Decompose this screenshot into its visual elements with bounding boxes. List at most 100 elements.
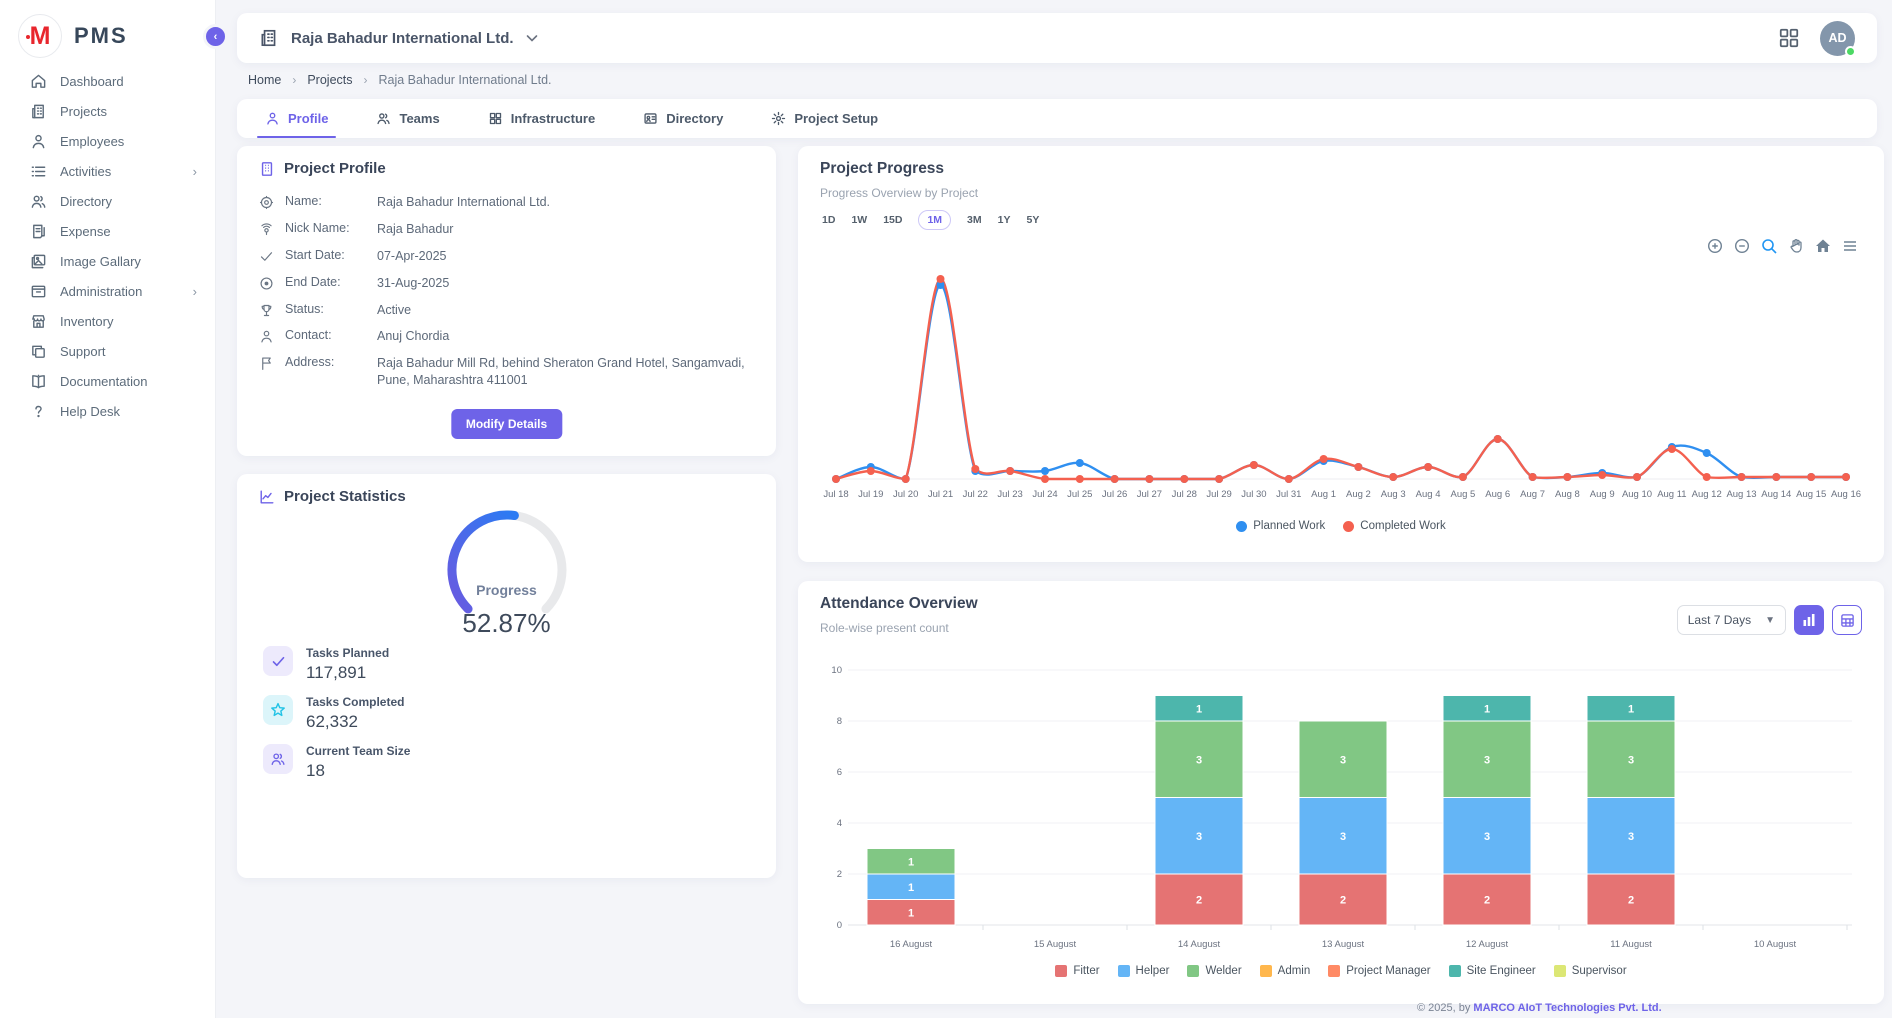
- team-icon: [263, 744, 293, 774]
- sidebar-item-documentation[interactable]: Documentation: [0, 366, 215, 396]
- sidebar-item-expense[interactable]: Expense: [0, 216, 215, 246]
- svg-text:0: 0: [837, 920, 842, 931]
- legend-item[interactable]: Welder: [1187, 965, 1241, 977]
- legend-item[interactable]: Fitter: [1055, 965, 1099, 977]
- table-view-button[interactable]: [1832, 605, 1862, 635]
- legend-item[interactable]: Project Manager: [1328, 965, 1430, 977]
- progress-line-chart[interactable]: Jul 18Jul 19Jul 20Jul 21Jul 22Jul 23Jul …: [818, 256, 1864, 512]
- sidebar-item-label: Image Gallary: [60, 254, 141, 269]
- range-5y[interactable]: 5Y: [1026, 211, 1039, 229]
- svg-text:3: 3: [1196, 754, 1202, 766]
- sidebar-item-label: Directory: [60, 194, 112, 209]
- card-title: Attendance Overview: [820, 595, 978, 613]
- receipt-icon: [30, 223, 47, 240]
- breadcrumb-current: Raja Bahadur International Ltd.: [379, 73, 552, 87]
- chevron-down-icon: [526, 34, 538, 42]
- range-1d[interactable]: 1D: [822, 211, 835, 229]
- date-range-dropdown[interactable]: Last 7 Days ▼: [1677, 605, 1786, 635]
- svg-text:Jul 23: Jul 23: [997, 489, 1022, 500]
- zoom-out-icon[interactable]: [1734, 238, 1750, 254]
- sidebar-item-employees[interactable]: Activities Employees: [0, 126, 215, 156]
- attendance-overview-card: Attendance Overview Role-wise present co…: [798, 581, 1884, 1004]
- sidebar-item-support[interactable]: Support: [0, 336, 215, 366]
- company-selector[interactable]: Raja Bahadur International Ltd.: [259, 28, 538, 48]
- chart-toolbar: [1707, 238, 1858, 254]
- trophy-icon: [259, 303, 274, 318]
- legend-item[interactable]: Site Engineer: [1449, 965, 1536, 977]
- footer: © 2025, by MARCO AIoT Technologies Pvt. …: [1417, 1002, 1662, 1014]
- progress-gauge: Progress 52.87%: [422, 510, 592, 640]
- legend-item[interactable]: Supervisor: [1554, 965, 1627, 977]
- sidebar-collapse-button[interactable]: ‹: [203, 24, 228, 49]
- svg-text:10: 10: [831, 665, 842, 676]
- range-1m[interactable]: 1M: [918, 210, 951, 230]
- range-15d[interactable]: 15D: [883, 211, 902, 229]
- stat-team-size: Current Team Size 18: [263, 744, 410, 781]
- gauge-value: 52.87%: [422, 608, 592, 639]
- svg-text:2: 2: [837, 869, 842, 880]
- sidebar-item-dashboard[interactable]: Dashboard: [0, 66, 215, 96]
- line-chart-legend: Planned Work Completed Work: [798, 520, 1884, 532]
- svg-text:Jul 28: Jul 28: [1172, 489, 1197, 500]
- legend-item[interactable]: Planned Work: [1236, 520, 1325, 532]
- sidebar-item-label: Help Desk: [60, 404, 120, 419]
- company-name: Raja Bahadur International Ltd.: [291, 30, 514, 47]
- svg-text:16 August: 16 August: [890, 939, 933, 950]
- tab-profile[interactable]: Profile: [265, 99, 328, 138]
- selection-zoom-icon[interactable]: [1761, 238, 1777, 254]
- range-3m[interactable]: 3M: [967, 211, 982, 229]
- field-label: Start Date:: [285, 248, 377, 265]
- pan-icon[interactable]: [1788, 238, 1804, 254]
- tab-infrastructure[interactable]: Infrastructure: [488, 99, 596, 138]
- tab-project-setup[interactable]: Project Setup: [771, 99, 878, 138]
- svg-text:13 August: 13 August: [1322, 939, 1365, 950]
- svg-text:15 August: 15 August: [1034, 939, 1077, 950]
- sidebar-nav: Dashboard Projects Activities Employees …: [0, 66, 215, 426]
- tab-teams[interactable]: Teams: [376, 99, 439, 138]
- svg-text:Jul 30: Jul 30: [1241, 489, 1266, 500]
- bar-chart-legend: Fitter Helper Welder Admin Project Manager Si…: [798, 965, 1884, 977]
- zoom-in-icon[interactable]: [1707, 238, 1723, 254]
- svg-text:Aug 3: Aug 3: [1381, 489, 1406, 500]
- home-icon: [30, 73, 47, 90]
- sidebar-item-administration[interactable]: Administration ›: [0, 276, 215, 306]
- field-value: Active: [377, 302, 756, 319]
- legend-item[interactable]: Helper: [1118, 965, 1170, 977]
- attendance-bar-chart[interactable]: 024681011116 August15 August233114 Augus…: [812, 655, 1870, 957]
- svg-text:Aug 14: Aug 14: [1761, 489, 1791, 500]
- company-link[interactable]: MARCO AIoT Technologies Pvt. Ltd.: [1473, 1002, 1661, 1014]
- person-icon: [265, 111, 280, 126]
- sidebar-item-image-gallery[interactable]: Image Gallary: [0, 246, 215, 276]
- breadcrumb-projects[interactable]: Projects: [307, 73, 352, 87]
- bar-chart-view-button[interactable]: [1794, 605, 1824, 635]
- svg-text:1: 1: [908, 882, 914, 894]
- legend-item[interactable]: Completed Work: [1343, 520, 1445, 532]
- grid-icon: [488, 111, 503, 126]
- modify-details-button[interactable]: Modify Details: [451, 409, 562, 439]
- tabs-bar: Profile Teams Infrastructure Directory P…: [237, 99, 1877, 138]
- svg-text:3: 3: [1340, 831, 1346, 843]
- tab-directory[interactable]: Directory: [643, 99, 723, 138]
- sidebar-item-label: Employees: [60, 134, 124, 149]
- sidebar-item-label: Documentation: [60, 374, 147, 389]
- archive-box-icon: [30, 283, 47, 300]
- range-1w[interactable]: 1W: [851, 211, 867, 229]
- avatar[interactable]: AD: [1820, 21, 1855, 56]
- breadcrumb-home[interactable]: Home: [248, 73, 281, 87]
- card-title: Project Progress: [820, 160, 944, 178]
- menu-icon[interactable]: [1842, 238, 1858, 254]
- sidebar-item-activities[interactable]: Activities ›: [0, 156, 215, 186]
- field-value: Raja Bahadur Mill Rd, behind Sheraton Gr…: [377, 355, 756, 389]
- sidebar-item-inventory[interactable]: Inventory: [0, 306, 215, 336]
- sidebar-item-projects[interactable]: Projects: [0, 96, 215, 126]
- breadcrumb-separator: ›: [364, 73, 368, 87]
- avatar-initials: AD: [1828, 31, 1846, 45]
- sidebar-item-directory[interactable]: Directory: [0, 186, 215, 216]
- range-1y[interactable]: 1Y: [998, 211, 1011, 229]
- legend-item[interactable]: Admin: [1260, 965, 1311, 977]
- apps-grid-icon[interactable]: [1778, 27, 1800, 49]
- field-value: Raja Bahadur International Ltd.: [377, 194, 756, 211]
- sidebar-item-help-desk[interactable]: Help Desk: [0, 396, 215, 426]
- home-reset-icon[interactable]: [1815, 238, 1831, 254]
- question-icon: [30, 403, 47, 420]
